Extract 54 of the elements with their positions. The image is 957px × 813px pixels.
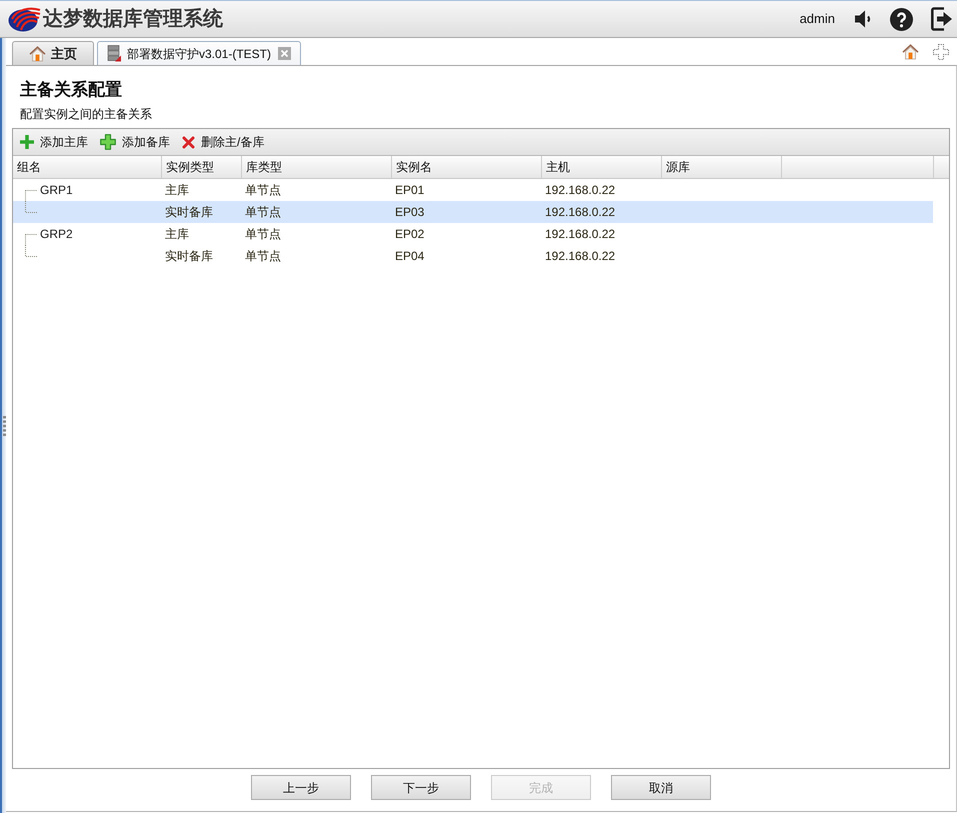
table-cell: EP01	[395, 182, 424, 198]
tree-connector-icon	[25, 234, 37, 245]
table-cell: 主库	[165, 182, 189, 198]
delete-icon	[182, 136, 195, 148]
toolbar-button[interactable]: 添加备库	[99, 131, 171, 153]
plus-icon	[20, 135, 34, 149]
page-subtitle: 配置实例之间的主备关系	[20, 106, 152, 122]
group-name: GRP1	[40, 182, 73, 198]
plus-icon	[100, 134, 116, 150]
footer-button[interactable]: 取消	[611, 775, 711, 800]
column-header[interactable]: 库类型	[246, 160, 282, 174]
table-cell: 单节点	[245, 248, 281, 264]
tab[interactable]: 部署数据守护v3.01-(TEST)	[97, 41, 302, 65]
table-row[interactable]: 实时备库 单节点 EP03 192.168.0.22	[13, 201, 933, 223]
logout-icon[interactable]	[931, 7, 952, 31]
home-icon[interactable]	[902, 44, 919, 60]
group-name: GRP2	[40, 226, 73, 242]
footer-button[interactable]: 下一步	[371, 775, 471, 800]
help-icon[interactable]	[890, 8, 913, 30]
close-icon[interactable]	[278, 47, 292, 60]
server-icon	[107, 45, 122, 62]
table-cell: 192.168.0.22	[545, 248, 616, 264]
column-header[interactable]: 实例类型	[166, 160, 214, 174]
page-title: 主备关系配置	[20, 79, 122, 101]
table-cell: 192.168.0.22	[545, 204, 616, 220]
column-header[interactable]: 主机	[546, 160, 570, 174]
column-header[interactable]: 源库	[666, 160, 690, 174]
toolbar-button[interactable]: 删除主/备库	[181, 131, 266, 153]
tree-connector-icon	[25, 245, 37, 257]
table-cell: 主库	[165, 226, 189, 242]
table-cell: 实时备库	[165, 204, 213, 220]
app-title: 达梦数据库管理系统	[43, 6, 223, 32]
table-cell: 单节点	[245, 226, 281, 242]
tab[interactable]: 主页	[12, 41, 94, 65]
splitter-bar[interactable]	[0, 38, 6, 813]
table-cell: 单节点	[245, 204, 281, 220]
table-cell: 192.168.0.22	[545, 226, 616, 242]
table-cell: EP03	[395, 204, 424, 220]
column-header[interactable]: 实例名	[396, 160, 432, 174]
table-cell: 单节点	[245, 182, 281, 198]
toolbar-button[interactable]: 添加主库	[19, 131, 89, 153]
table-cell: 实时备库	[165, 248, 213, 264]
table-cell: 192.168.0.22	[545, 182, 616, 198]
column-header[interactable]: 组名	[17, 160, 41, 174]
logo-icon	[8, 6, 41, 32]
tree-connector-icon	[25, 190, 37, 201]
splitter-grip-icon[interactable]	[2, 416, 6, 436]
dashed-cross-icon[interactable]	[933, 44, 949, 60]
user-name: admin	[800, 11, 835, 27]
table-cell: EP02	[395, 226, 424, 242]
footer-button[interactable]: 上一步	[251, 775, 351, 800]
house-icon	[29, 46, 46, 62]
table-cell: EP04	[395, 248, 424, 264]
tree-connector-icon	[25, 201, 37, 213]
